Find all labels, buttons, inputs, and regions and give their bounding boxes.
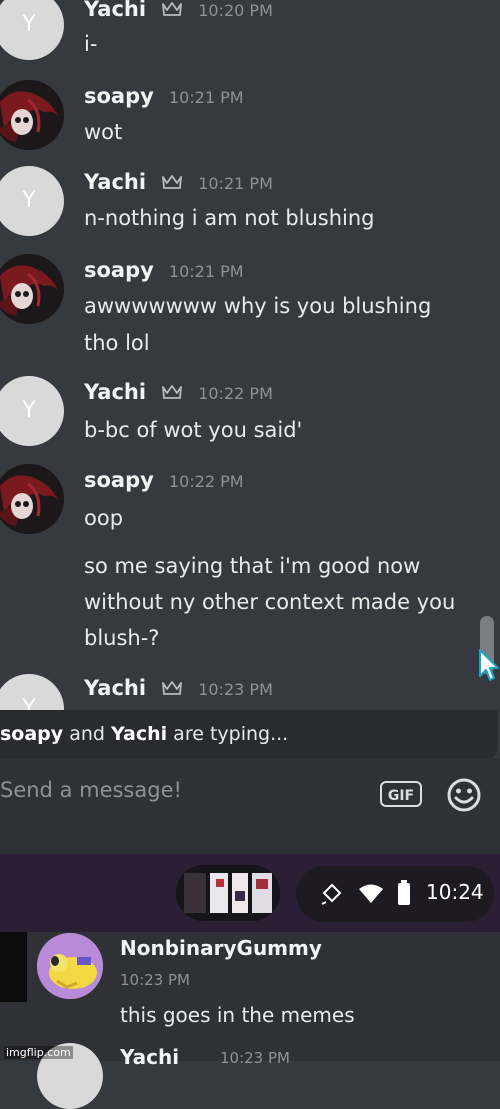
username[interactable]: NonbinaryGummy — [120, 936, 322, 960]
timestamp: 10:22 PM — [198, 384, 273, 403]
message-text: n-nothing i am not blushing — [84, 206, 375, 230]
avatar-image — [0, 464, 64, 534]
avatar[interactable] — [37, 933, 103, 999]
battery-icon — [398, 880, 410, 905]
message-header: Yachi 10:20 PM — [84, 0, 273, 27]
message-text: so me saying that i'm good now — [84, 554, 421, 578]
message-header: soapy 10:21 PM — [84, 84, 244, 114]
avatar[interactable]: Y — [0, 166, 64, 236]
panel-divider — [0, 932, 27, 1002]
avatar-image — [0, 254, 64, 324]
typing-text: are typing... — [167, 723, 289, 745]
emoji-icon[interactable] — [445, 776, 483, 814]
message-text: b-bc of wot you said' — [84, 418, 303, 442]
avatar-image — [37, 933, 103, 999]
username[interactable]: Yachi — [84, 170, 146, 194]
message-text: this goes in the memes — [120, 1003, 355, 1027]
message-header: soapy 10:22 PM — [84, 468, 244, 498]
avatar-image — [0, 80, 64, 150]
chat-log: Y Yachi 10:20 PM i- soapy 10:21 PM wot Y… — [0, 0, 500, 710]
crown-icon — [162, 175, 183, 189]
thumbnail-image — [176, 865, 280, 921]
crown-icon — [162, 2, 183, 16]
avatar-letter: Y — [22, 696, 36, 710]
avatar-letter: Y — [22, 12, 36, 37]
rotate-icon — [321, 883, 342, 905]
message-text: oop — [84, 506, 124, 530]
timestamp: 10:23 PM — [120, 971, 190, 989]
avatar[interactable] — [0, 254, 64, 324]
mouse-cursor-icon — [479, 649, 499, 681]
username[interactable]: Yachi — [84, 676, 146, 700]
typing-text: and — [63, 723, 111, 745]
timestamp: 10:23 PM — [198, 680, 273, 699]
username[interactable]: Yachi — [84, 0, 146, 21]
gif-button[interactable]: GIF — [380, 781, 422, 807]
message-composer[interactable]: Send a message! — [0, 758, 500, 854]
message-text: tho lol — [84, 331, 150, 355]
message-header: soapy 10:21 PM — [84, 258, 244, 288]
message-text: wot — [84, 120, 123, 144]
message-header: Yachi 10:23 PM — [84, 676, 273, 706]
timestamp: 10:21 PM — [168, 262, 244, 281]
message-input[interactable]: Send a message! — [0, 778, 182, 802]
avatar[interactable]: Y — [0, 674, 64, 710]
avatar[interactable] — [0, 80, 64, 150]
avatar[interactable]: Y — [0, 0, 64, 60]
typing-user: Yachi — [111, 723, 168, 745]
message-text: without ny other context made you — [84, 590, 456, 614]
timestamp: 10:22 PM — [168, 472, 244, 491]
message-text: awwwwwww why is you blushing — [84, 294, 432, 318]
watermark: imgflip.com — [4, 1046, 73, 1059]
crown-icon — [162, 385, 183, 399]
message-text: i- — [84, 32, 98, 56]
username[interactable]: soapy — [84, 468, 154, 492]
username[interactable]: Yachi — [120, 1045, 179, 1069]
typing-user: soapy — [0, 723, 64, 745]
timestamp: 10:21 PM — [198, 174, 273, 193]
username[interactable]: soapy — [84, 258, 154, 282]
screen-recording-thumbnail[interactable] — [176, 865, 280, 921]
crown-icon — [162, 681, 183, 695]
wifi-icon — [359, 884, 383, 903]
avatar[interactable]: Y — [0, 376, 64, 446]
avatar[interactable] — [0, 464, 64, 534]
status-clock: 10:24 — [426, 880, 484, 904]
message-header: Yachi 10:21 PM — [84, 170, 273, 200]
timestamp: 10:21 PM — [168, 88, 244, 107]
timestamp: 10:20 PM — [198, 1, 273, 20]
message-header: Yachi 10:22 PM — [84, 380, 273, 410]
typing-indicator: soapy and Yachi are typing... — [0, 710, 498, 758]
username[interactable]: soapy — [84, 84, 154, 108]
avatar-letter: Y — [22, 188, 36, 213]
timestamp: 10:23 PM — [220, 1049, 290, 1067]
message-text: blush-? — [84, 626, 160, 650]
avatar-letter: Y — [22, 398, 36, 423]
username[interactable]: Yachi — [84, 380, 146, 404]
